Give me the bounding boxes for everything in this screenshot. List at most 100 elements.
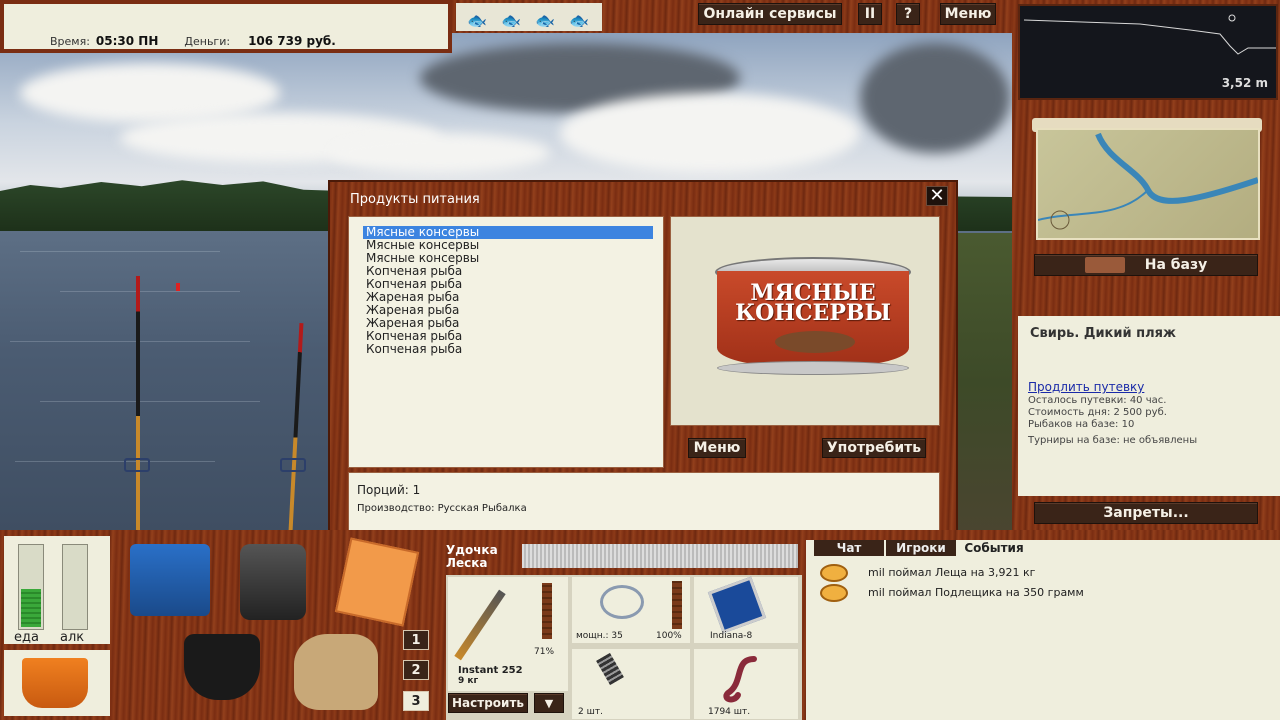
- location-name: Свирь. Дикий пляж: [1030, 326, 1176, 341]
- tab-events[interactable]: События: [958, 540, 1030, 556]
- tackle-tabs: Удочка Леска: [446, 544, 520, 572]
- compass-icon: [1050, 210, 1070, 230]
- bait-count: 1794 шт.: [708, 707, 751, 717]
- food-label: еда: [14, 630, 39, 645]
- food-meter-fill: [21, 589, 41, 627]
- meat-picture: [775, 331, 855, 353]
- help-button[interactable]: ?: [896, 3, 920, 25]
- producer: Производство: Русская Рыбалка: [357, 503, 527, 514]
- rod-pct: 71%: [534, 647, 555, 657]
- bucket-slot[interactable]: [4, 650, 110, 716]
- location-info: Свирь. Дикий пляж Продлить путевку Остал…: [1018, 316, 1280, 496]
- can-label-line2: КОНСЕРВЫ: [735, 300, 891, 326]
- status-panel: Время: 05:30 ПН Деньги: 106 739 руб.: [0, 0, 452, 53]
- food-dialog: Продукты питания ✕ Мясные консервы Мясные…: [328, 180, 958, 542]
- bans-button[interactable]: Запреты...: [1034, 502, 1258, 524]
- food-list: Мясные консервы Мясные консервы Мясные кон…: [348, 216, 664, 468]
- use-button[interactable]: Употребить: [822, 438, 926, 458]
- online-services-button[interactable]: Онлайн сервисы: [698, 3, 842, 25]
- notebook-icon[interactable]: [334, 537, 420, 627]
- tension-bar: [522, 544, 798, 568]
- float-icon: [176, 283, 180, 291]
- food-bag-icon[interactable]: [294, 634, 378, 710]
- fish-icon: 🐟: [467, 10, 487, 30]
- bobber-marker: [1228, 14, 1236, 22]
- event-line-1: mil поймал Леща на 3,921 кг: [868, 566, 1036, 579]
- pass-remaining: Осталось путевки: 40 час.: [1028, 395, 1167, 406]
- menu-button[interactable]: Меню: [940, 3, 996, 25]
- time-value: 05:30 ПН: [95, 34, 159, 48]
- food-list-item[interactable]: Копченая рыба: [363, 343, 653, 356]
- worm-icon: [723, 656, 757, 703]
- bucket-icon: [22, 658, 88, 708]
- depth-value: 3,52 m: [1221, 76, 1268, 90]
- reel-pct: 100%: [656, 631, 682, 641]
- tab-players[interactable]: Игроки: [886, 540, 956, 556]
- feeder-slot[interactable]: 2 шт.: [572, 649, 690, 719]
- line-slot[interactable]: Indiana-8: [694, 576, 798, 643]
- pause-button[interactable]: II: [858, 3, 882, 25]
- events-panel: Чат Игроки События mil поймал Леща на 3,…: [806, 540, 1280, 720]
- alcohol-label: алк: [60, 630, 85, 645]
- depth-profile: 3,52 m: [1018, 4, 1278, 100]
- fish-slots: 🐟 🐟 🐟 🐟: [456, 3, 602, 31]
- fishing-rod-1[interactable]: [136, 276, 140, 530]
- setup-dropdown[interactable]: ▼: [534, 693, 564, 713]
- can-label: МЯСНЫЕ КОНСЕРВЫ: [715, 282, 911, 326]
- cooking-pot-icon[interactable]: [184, 634, 260, 700]
- alcohol-meter: [62, 544, 88, 630]
- setup-button[interactable]: Настроить: [448, 693, 528, 713]
- slot-2-button[interactable]: 2: [403, 660, 429, 680]
- food-details: Порций: 1 Производство: Русская Рыбалка: [348, 472, 940, 532]
- reel-slot[interactable]: мощн.: 35 100%: [572, 577, 690, 643]
- reel-icon: [600, 585, 644, 619]
- feeder-icon: [596, 652, 624, 686]
- money-value: 106 739 руб.: [248, 34, 336, 48]
- backpack-icon[interactable]: [240, 544, 306, 620]
- close-button[interactable]: ✕: [926, 186, 948, 206]
- food-meter: [18, 544, 44, 630]
- event-fish-icon: [820, 584, 848, 602]
- go-base-button[interactable]: На базу: [1034, 254, 1258, 276]
- tournaments-info: Турниры на базе: не объявлены: [1028, 435, 1198, 446]
- line-tab[interactable]: Леска: [446, 557, 520, 570]
- dialog-menu-button[interactable]: Меню: [688, 438, 746, 458]
- slot-3-button[interactable]: 3: [403, 691, 429, 711]
- shore: [952, 233, 1012, 530]
- meters-panel: еда алк: [4, 536, 110, 645]
- food-image: МЯСНЫЕ КОНСЕРВЫ: [670, 216, 940, 426]
- canned-meat-icon: МЯСНЫЕ КОНСЕРВЫ: [715, 257, 911, 381]
- rod-name: Instant 252: [458, 665, 523, 676]
- reel-2: [280, 458, 306, 472]
- river-map: [1037, 132, 1259, 230]
- fish-icon: 🐟: [535, 10, 555, 30]
- cloud: [860, 43, 1010, 153]
- dialog-title: Продукты питания: [350, 192, 480, 207]
- anglers-count: Рыбаков на базе: 10: [1028, 419, 1135, 430]
- money-label: Деньги:: [184, 35, 231, 48]
- day-cost: Стоимость дня: 2 500 руб.: [1028, 407, 1167, 418]
- location-map[interactable]: [1036, 128, 1260, 240]
- event-line-2: mil поймал Подлещика на 350 грамм: [868, 586, 1084, 599]
- feeder-count: 2 шт.: [578, 707, 603, 717]
- extend-pass-link[interactable]: Продлить путевку: [1028, 380, 1144, 394]
- reel-1: [124, 458, 150, 472]
- tackle-panel: 71% Instant 252 9 кг мощн.: 35 100% Indi…: [446, 575, 802, 720]
- cloud: [560, 93, 860, 173]
- reel-wear-bar: [672, 581, 682, 629]
- rod-icon: [454, 589, 506, 661]
- tab-chat[interactable]: Чат: [814, 540, 884, 556]
- rod-wear-bar: [542, 583, 552, 639]
- time-label: Время:: [50, 35, 90, 48]
- line-name: Indiana-8: [710, 631, 753, 641]
- rod-slot[interactable]: 71% Instant 252 9 кг: [448, 577, 568, 691]
- slot-1-button[interactable]: 1: [403, 630, 429, 650]
- top-toolbar: 🐟 🐟 🐟 🐟 Онлайн сервисы II ? Меню: [452, 0, 1012, 33]
- house-icon: [1084, 257, 1125, 273]
- bait-slot[interactable]: 1794 шт.: [694, 649, 798, 719]
- food-list-items: Мясные консервы Мясные консервы Мясные кон…: [349, 217, 663, 356]
- fish-icon: 🐟: [501, 10, 521, 30]
- cloud: [330, 133, 550, 173]
- portions: Порций: 1: [357, 483, 421, 497]
- tackle-box-icon[interactable]: [130, 544, 210, 616]
